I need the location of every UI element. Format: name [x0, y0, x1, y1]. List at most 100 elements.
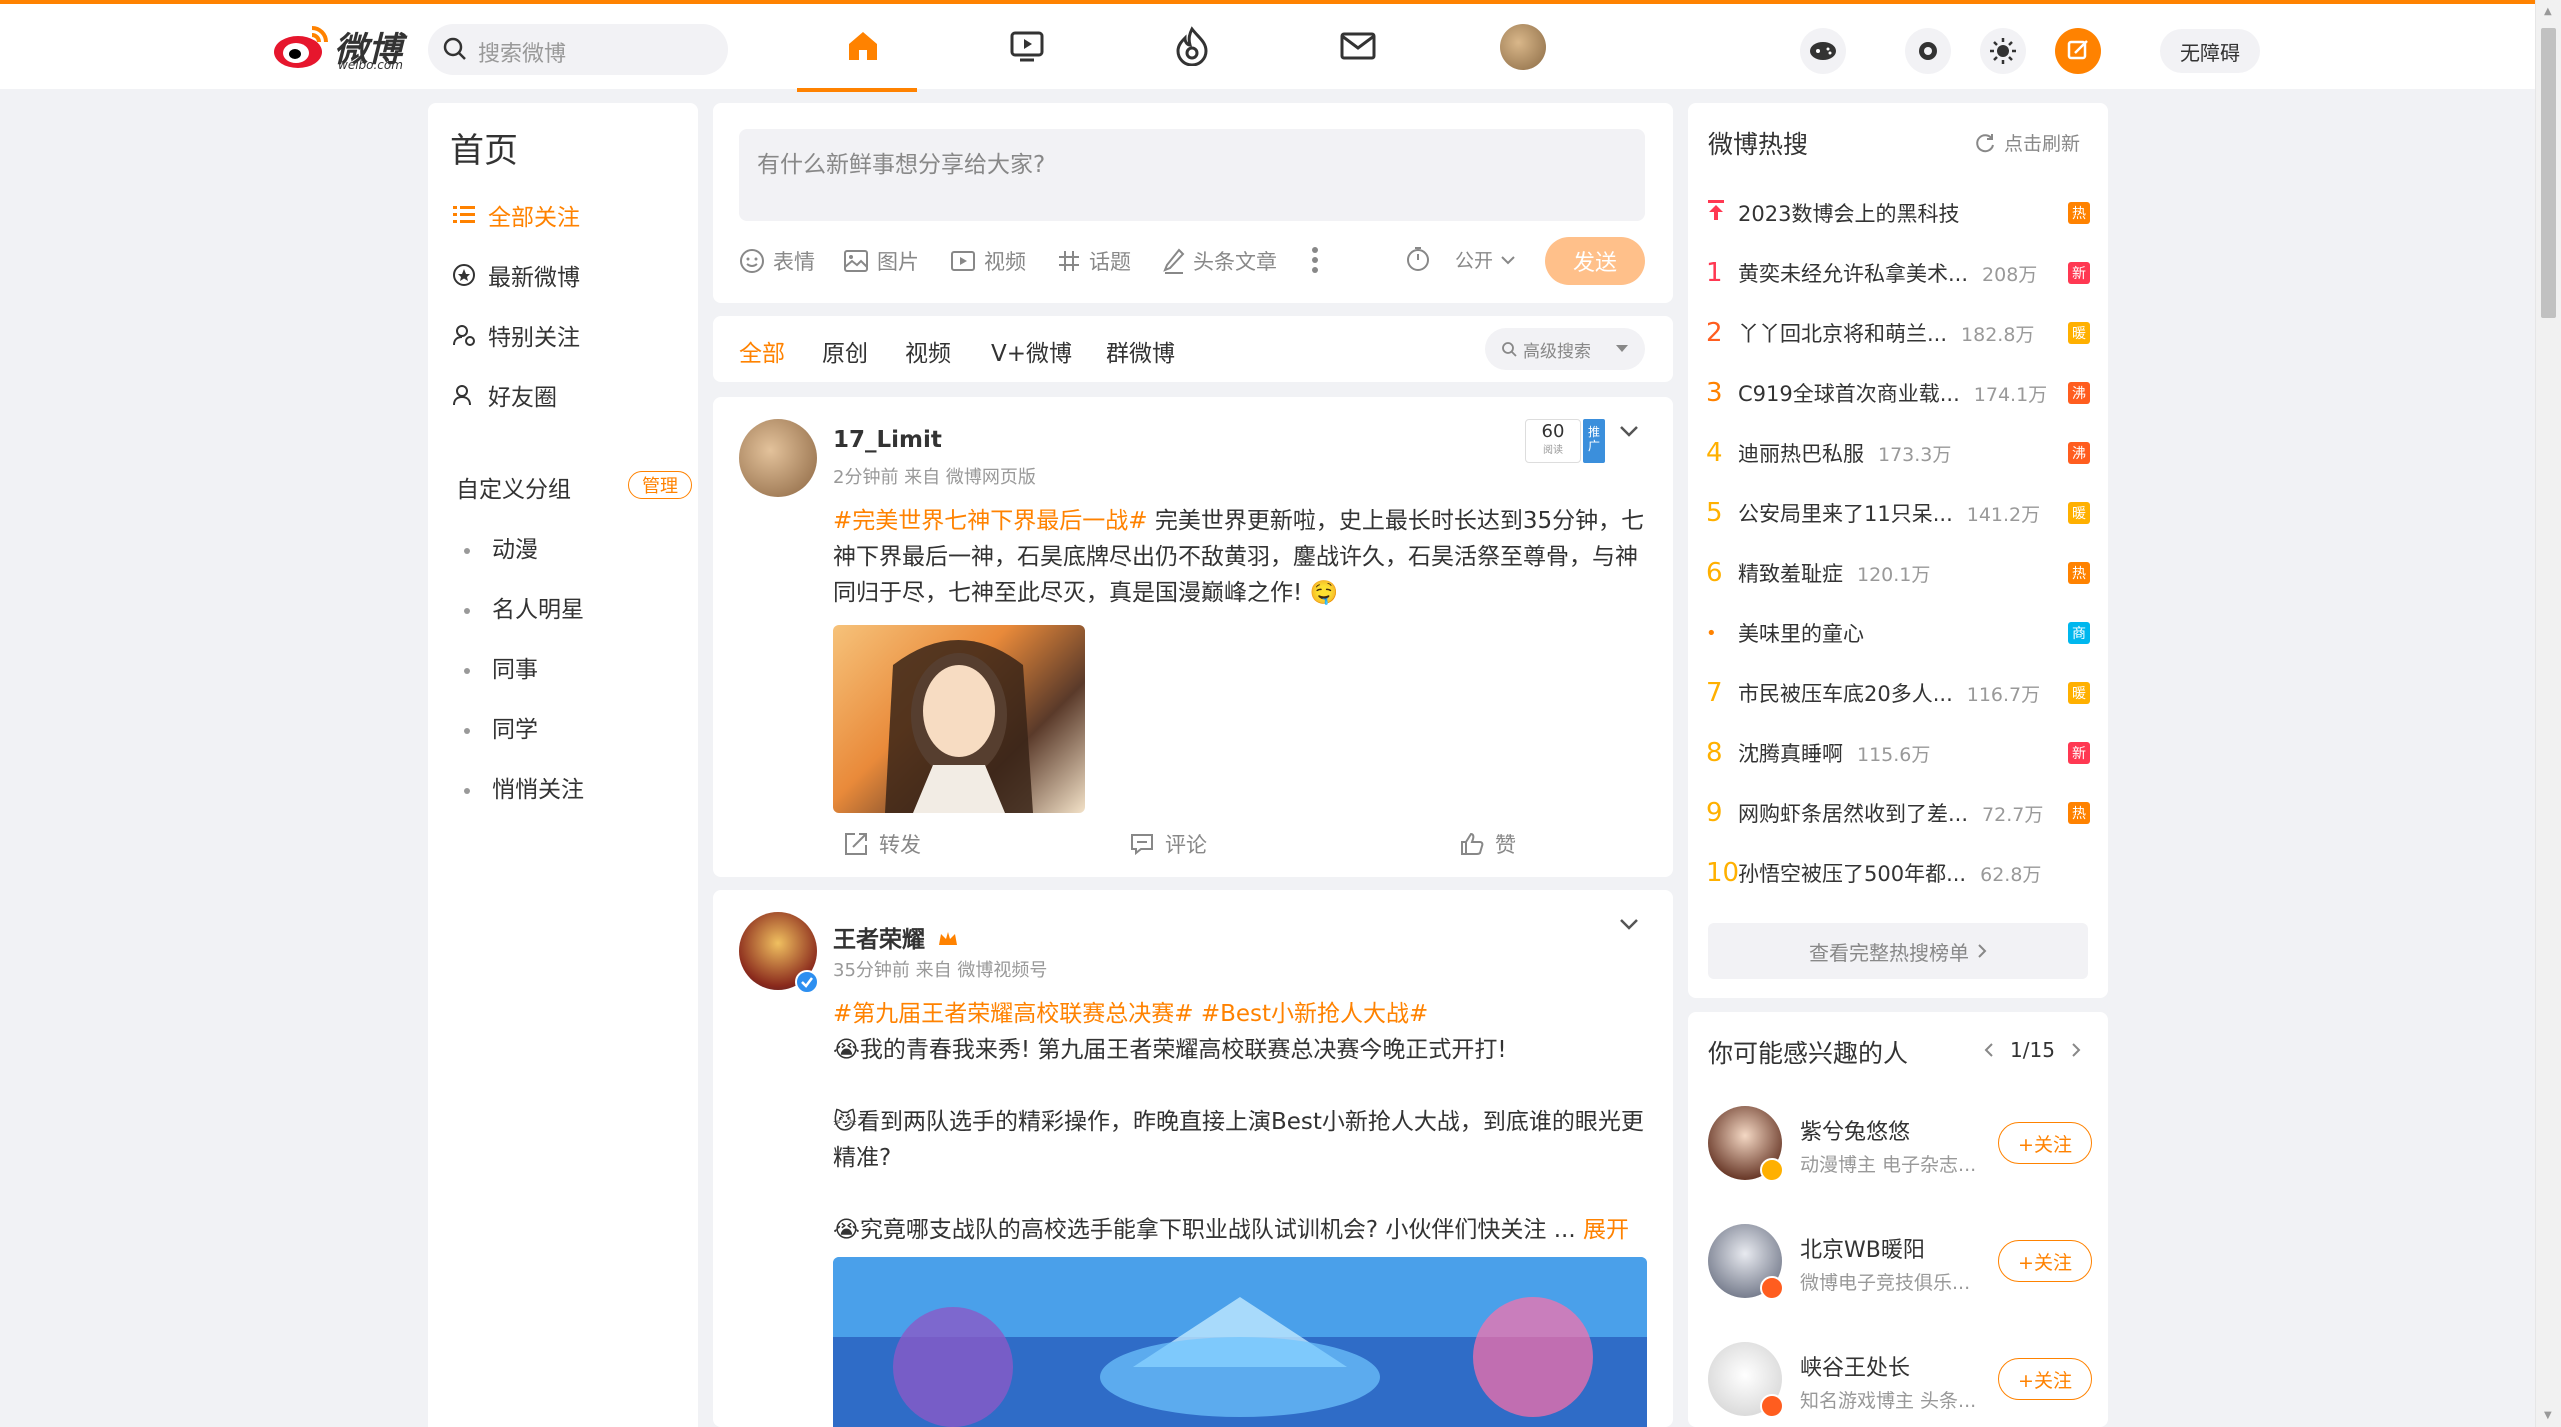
- more-tools-button[interactable]: [1311, 246, 1319, 274]
- advanced-search-button[interactable]: 高级搜索: [1485, 328, 1645, 370]
- user-name[interactable]: 峡谷王处长: [1800, 1350, 1910, 1382]
- post-video-cover[interactable]: [833, 1257, 1647, 1427]
- timer-icon: [1407, 247, 1429, 271]
- hot-search-item[interactable]: 7 市民被压车底20多人... 116.7万 暖: [1706, 673, 2090, 713]
- sidebar-item-special[interactable]: 特别关注: [452, 318, 580, 352]
- follow-button[interactable]: +关注: [1998, 1122, 2092, 1164]
- nav-video[interactable]: [1005, 24, 1049, 68]
- hot-rank: 5: [1706, 498, 1723, 528]
- chevron-left-icon[interactable]: [1984, 1042, 1994, 1058]
- hot-search-item[interactable]: 4 迪丽热巴私服 173.3万 沸: [1706, 433, 2090, 473]
- expand-link[interactable]: 展开: [1583, 1217, 1629, 1243]
- anime-character-image: [885, 640, 1033, 813]
- sidebar-item-all-follow[interactable]: 全部关注: [452, 198, 580, 232]
- group-item[interactable]: 同事: [464, 650, 538, 684]
- scroll-down-arrow[interactable]: ▼: [2544, 1410, 2552, 1421]
- hot-badge: 沸: [2068, 442, 2090, 464]
- chevron-down-icon[interactable]: [1617, 912, 1641, 936]
- scroll-up-arrow[interactable]: ▲: [2544, 6, 2552, 17]
- hot-search-item[interactable]: 2023数博会上的黑科技 热: [1706, 193, 2090, 233]
- visibility-select[interactable]: 公开: [1455, 246, 1515, 273]
- feed-tabs: 全部 原创 视频 V+微博 群微博 高级搜索: [713, 316, 1673, 382]
- user-name[interactable]: 紫兮兔悠悠: [1800, 1114, 1910, 1146]
- search-input[interactable]: 搜索微博: [478, 36, 566, 68]
- post-hashtag[interactable]: #第九届王者荣耀高校联赛总决赛# #Best小新抢人大战#: [833, 1001, 1428, 1027]
- sidebar-item-latest[interactable]: 最新微博: [452, 258, 580, 292]
- nav-home[interactable]: [841, 24, 885, 68]
- video-icon: [1010, 31, 1044, 62]
- star-circle-icon: [452, 263, 476, 287]
- video-tool[interactable]: 视频: [950, 246, 1026, 276]
- compose-button[interactable]: [2055, 28, 2101, 74]
- user-avatar[interactable]: [1500, 24, 1546, 70]
- chevron-down-icon[interactable]: [1617, 419, 1641, 443]
- hot-search-item[interactable]: 5 公安局里来了11只呆... 141.2万 暖: [1706, 493, 2090, 533]
- image-tool[interactable]: 图片: [843, 246, 919, 276]
- hot-search-item[interactable]: 9 网购虾条居然收到了差... 72.7万 热: [1706, 793, 2090, 833]
- emoji-tool[interactable]: 表情: [739, 246, 815, 276]
- author-name[interactable]: 王者荣耀: [833, 920, 959, 954]
- search-box[interactable]: 搜索微博: [428, 24, 728, 75]
- hot-count: 174.1万: [1973, 383, 2048, 406]
- read-label: 阅读: [1543, 445, 1563, 456]
- comment-button[interactable]: 评论: [1129, 829, 1207, 859]
- compose-textarea[interactable]: 有什么新鲜事想分享给大家?: [739, 129, 1645, 221]
- hot-badge: 热: [2068, 202, 2090, 224]
- group-item[interactable]: 悄悄关注: [464, 770, 584, 804]
- hot-search-item[interactable]: 8 沈腾真睡啊 115.6万 新: [1706, 733, 2090, 773]
- nav-hot[interactable]: [1170, 24, 1214, 68]
- send-button[interactable]: 发送: [1545, 237, 1645, 285]
- settings-button[interactable]: [1905, 28, 1951, 74]
- post-line: 😼看到两队选手的精彩操作，昨晚直接上演Best小新抢人大战，到底谁的眼光更精准?: [833, 1109, 1644, 1171]
- tab-all[interactable]: 全部: [739, 334, 785, 368]
- topic-tool[interactable]: 话题: [1057, 246, 1131, 276]
- tab-groups[interactable]: 群微博: [1106, 334, 1175, 368]
- recommend-item: 峡谷王处长 知名游戏博主 头条... +关注: [1708, 1336, 2098, 1426]
- tab-video[interactable]: 视频: [905, 334, 951, 368]
- schedule-button[interactable]: [1405, 246, 1431, 272]
- action-label: 评论: [1165, 833, 1207, 857]
- weibo-logo[interactable]: 微博 weibo.com: [272, 22, 412, 74]
- page-scrollbar[interactable]: ▲ ▼: [2535, 0, 2561, 1427]
- author-name[interactable]: 17_Limit: [833, 427, 942, 453]
- repost-button[interactable]: 转发: [843, 829, 921, 859]
- like-button[interactable]: 赞: [1459, 829, 1516, 859]
- hot-search-item[interactable]: 10 孙悟空被压了500年都... 62.8万: [1706, 853, 2090, 893]
- group-item[interactable]: 同学: [464, 710, 538, 744]
- chevron-right-icon[interactable]: [2071, 1042, 2081, 1058]
- post-hashtag[interactable]: #完美世界七神下界最后一战#: [833, 508, 1148, 534]
- follow-button[interactable]: +关注: [1998, 1358, 2092, 1400]
- thumbs-up-icon: [1461, 832, 1484, 855]
- hot-search-item[interactable]: • 美味里的童心 商: [1706, 613, 2090, 653]
- post-image[interactable]: [833, 625, 1085, 813]
- hot-search-item[interactable]: 6 精致羞耻症 120.1万 热: [1706, 553, 2090, 593]
- user-name[interactable]: 北京WB暖阳: [1800, 1232, 1925, 1264]
- hot-rank: 1: [1706, 258, 1723, 288]
- hot-badge: 商: [2068, 622, 2090, 644]
- group-item[interactable]: 动漫: [464, 530, 538, 564]
- tab-vplus[interactable]: V+微博: [991, 334, 1072, 368]
- share-icon: [845, 833, 867, 855]
- author-avatar[interactable]: [739, 419, 817, 497]
- pen-icon: [1163, 248, 1185, 274]
- group-item[interactable]: 名人明星: [464, 590, 584, 624]
- article-tool[interactable]: 头条文章: [1163, 246, 1277, 276]
- scroll-thumb[interactable]: [2541, 28, 2556, 318]
- hot-badge: 暖: [2068, 502, 2090, 524]
- refresh-button[interactable]: 点击刷新: [1974, 129, 2080, 156]
- home-icon: [849, 32, 877, 60]
- sidebar-item-friends[interactable]: 好友圈: [452, 378, 557, 412]
- tab-original[interactable]: 原创: [822, 334, 868, 368]
- manage-groups-button[interactable]: 管理: [628, 471, 692, 499]
- follow-button[interactable]: +关注: [1998, 1240, 2092, 1282]
- accessibility-button[interactable]: 无障碍: [2160, 29, 2260, 73]
- verified-icon: [1760, 1394, 1784, 1418]
- theme-button[interactable]: [1980, 28, 2026, 74]
- view-all-hot-button[interactable]: 查看完整热搜榜单: [1708, 923, 2088, 979]
- tool-label: 头条文章: [1193, 250, 1277, 274]
- game-button[interactable]: [1800, 28, 1846, 74]
- hot-search-item[interactable]: 1 黄奕未经允许私拿美术... 208万 新: [1706, 253, 2090, 293]
- hot-search-item[interactable]: 3 C919全球首次商业载... 174.1万沸: [1706, 373, 2090, 413]
- nav-messages[interactable]: [1336, 24, 1380, 68]
- hot-search-item[interactable]: 2 丫丫回北京将和萌兰... 182.8万 暖: [1706, 313, 2090, 353]
